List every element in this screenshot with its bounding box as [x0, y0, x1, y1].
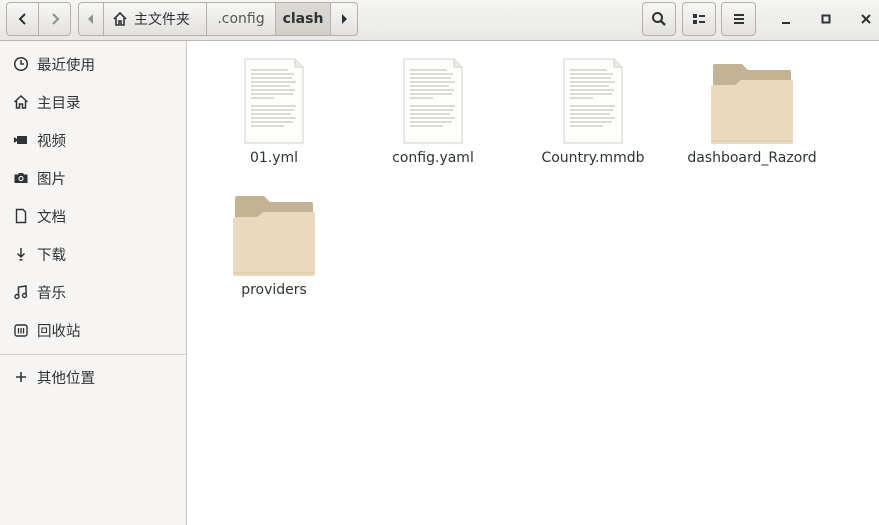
trash-icon [12, 321, 30, 339]
sidebar-item-pictures[interactable]: 图片 [0, 159, 186, 197]
sidebar-item-label: 图片 [37, 171, 66, 188]
download-icon [12, 245, 30, 263]
view-toggle-button[interactable] [682, 2, 716, 36]
folder-name: dashboard_Razord [687, 150, 817, 166]
maximize-button[interactable] [815, 8, 837, 30]
chevron-right-icon [51, 13, 59, 25]
sidebar-item-downloads[interactable]: 下载 [0, 235, 186, 273]
sidebar-item-music[interactable]: 音乐 [0, 273, 186, 311]
sidebar-item-trash[interactable]: 回收站 [0, 311, 186, 349]
header-bar: 主文件夹 .config clash [0, 0, 879, 41]
path-segment-label: .config [217, 11, 265, 27]
sidebar-item-label: 其他位置 [37, 370, 95, 387]
close-icon [861, 14, 871, 24]
sidebar-divider [0, 354, 186, 355]
text-file-icon [403, 58, 463, 144]
sidebar-item-label: 文档 [37, 209, 66, 226]
file-item[interactable]: Country.mmdb [513, 58, 673, 166]
file-name: Country.mmdb [541, 150, 645, 166]
triangle-left-icon [88, 14, 93, 24]
navigation-buttons [6, 2, 72, 36]
file-name: 01.yml [249, 150, 299, 166]
path-segment-clash[interactable]: clash [275, 2, 331, 36]
music-icon [12, 283, 30, 301]
file-item[interactable]: 01.yml [194, 58, 354, 166]
path-segment-config[interactable]: .config [206, 2, 276, 36]
plus-icon [12, 368, 30, 386]
sidebar-item-home[interactable]: 主目录 [0, 83, 186, 121]
hamburger-menu-icon [733, 14, 744, 24]
video-icon [12, 131, 30, 149]
text-file-icon [244, 58, 304, 144]
sidebar-item-label: 音乐 [37, 285, 66, 302]
camera-icon [12, 169, 30, 187]
maximize-icon [821, 14, 831, 24]
clock-icon [12, 55, 30, 73]
minimize-button[interactable] [775, 8, 797, 30]
folder-item[interactable]: dashboard_Razord [672, 58, 832, 166]
sidebar-item-label: 回收站 [37, 323, 81, 340]
file-item[interactable]: config.yaml [353, 58, 513, 166]
path-home-label: 主文件夹 [134, 12, 190, 28]
forward-button[interactable] [38, 2, 71, 36]
sidebar-item-label: 最近使用 [37, 57, 95, 74]
home-icon [113, 11, 127, 26]
sidebar-item-videos[interactable]: 视频 [0, 121, 186, 159]
folder-name: providers [241, 282, 307, 298]
minimize-icon [782, 22, 790, 24]
sidebar: 最近使用 主目录 视频 图片 文档 下载 音乐 回收站 其他位置 [0, 41, 187, 525]
sidebar-item-recent[interactable]: 最近使用 [0, 45, 186, 83]
path-scroll-left-button[interactable] [78, 2, 104, 36]
sidebar-item-documents[interactable]: 文档 [0, 197, 186, 235]
path-home-button[interactable]: 主文件夹 [103, 2, 207, 36]
sidebar-item-label: 视频 [37, 133, 66, 150]
list-view-icon [693, 14, 705, 24]
triangle-right-icon [342, 14, 347, 24]
home-icon [12, 93, 30, 111]
folder-icon [232, 190, 316, 276]
file-view: 01.yml config.yaml Country.mmdb dashboar… [188, 42, 879, 525]
menu-button[interactable] [721, 2, 756, 36]
sidebar-item-label: 下载 [37, 247, 66, 264]
folder-icon [710, 58, 794, 144]
chevron-left-icon [18, 13, 26, 25]
text-file-icon [563, 58, 623, 144]
close-button[interactable] [855, 8, 877, 30]
sidebar-item-label: 主目录 [37, 95, 81, 112]
search-icon [652, 12, 666, 26]
back-button[interactable] [6, 2, 39, 36]
search-button[interactable] [642, 2, 676, 36]
folder-item[interactable]: providers [194, 190, 354, 298]
path-scroll-right-button[interactable] [330, 2, 358, 36]
document-icon [12, 207, 30, 225]
file-name: config.yaml [392, 150, 474, 166]
path-bar: 主文件夹 .config clash [78, 2, 358, 36]
sidebar-item-other-locations[interactable]: 其他位置 [0, 358, 186, 396]
path-segment-label: clash [282, 11, 324, 27]
